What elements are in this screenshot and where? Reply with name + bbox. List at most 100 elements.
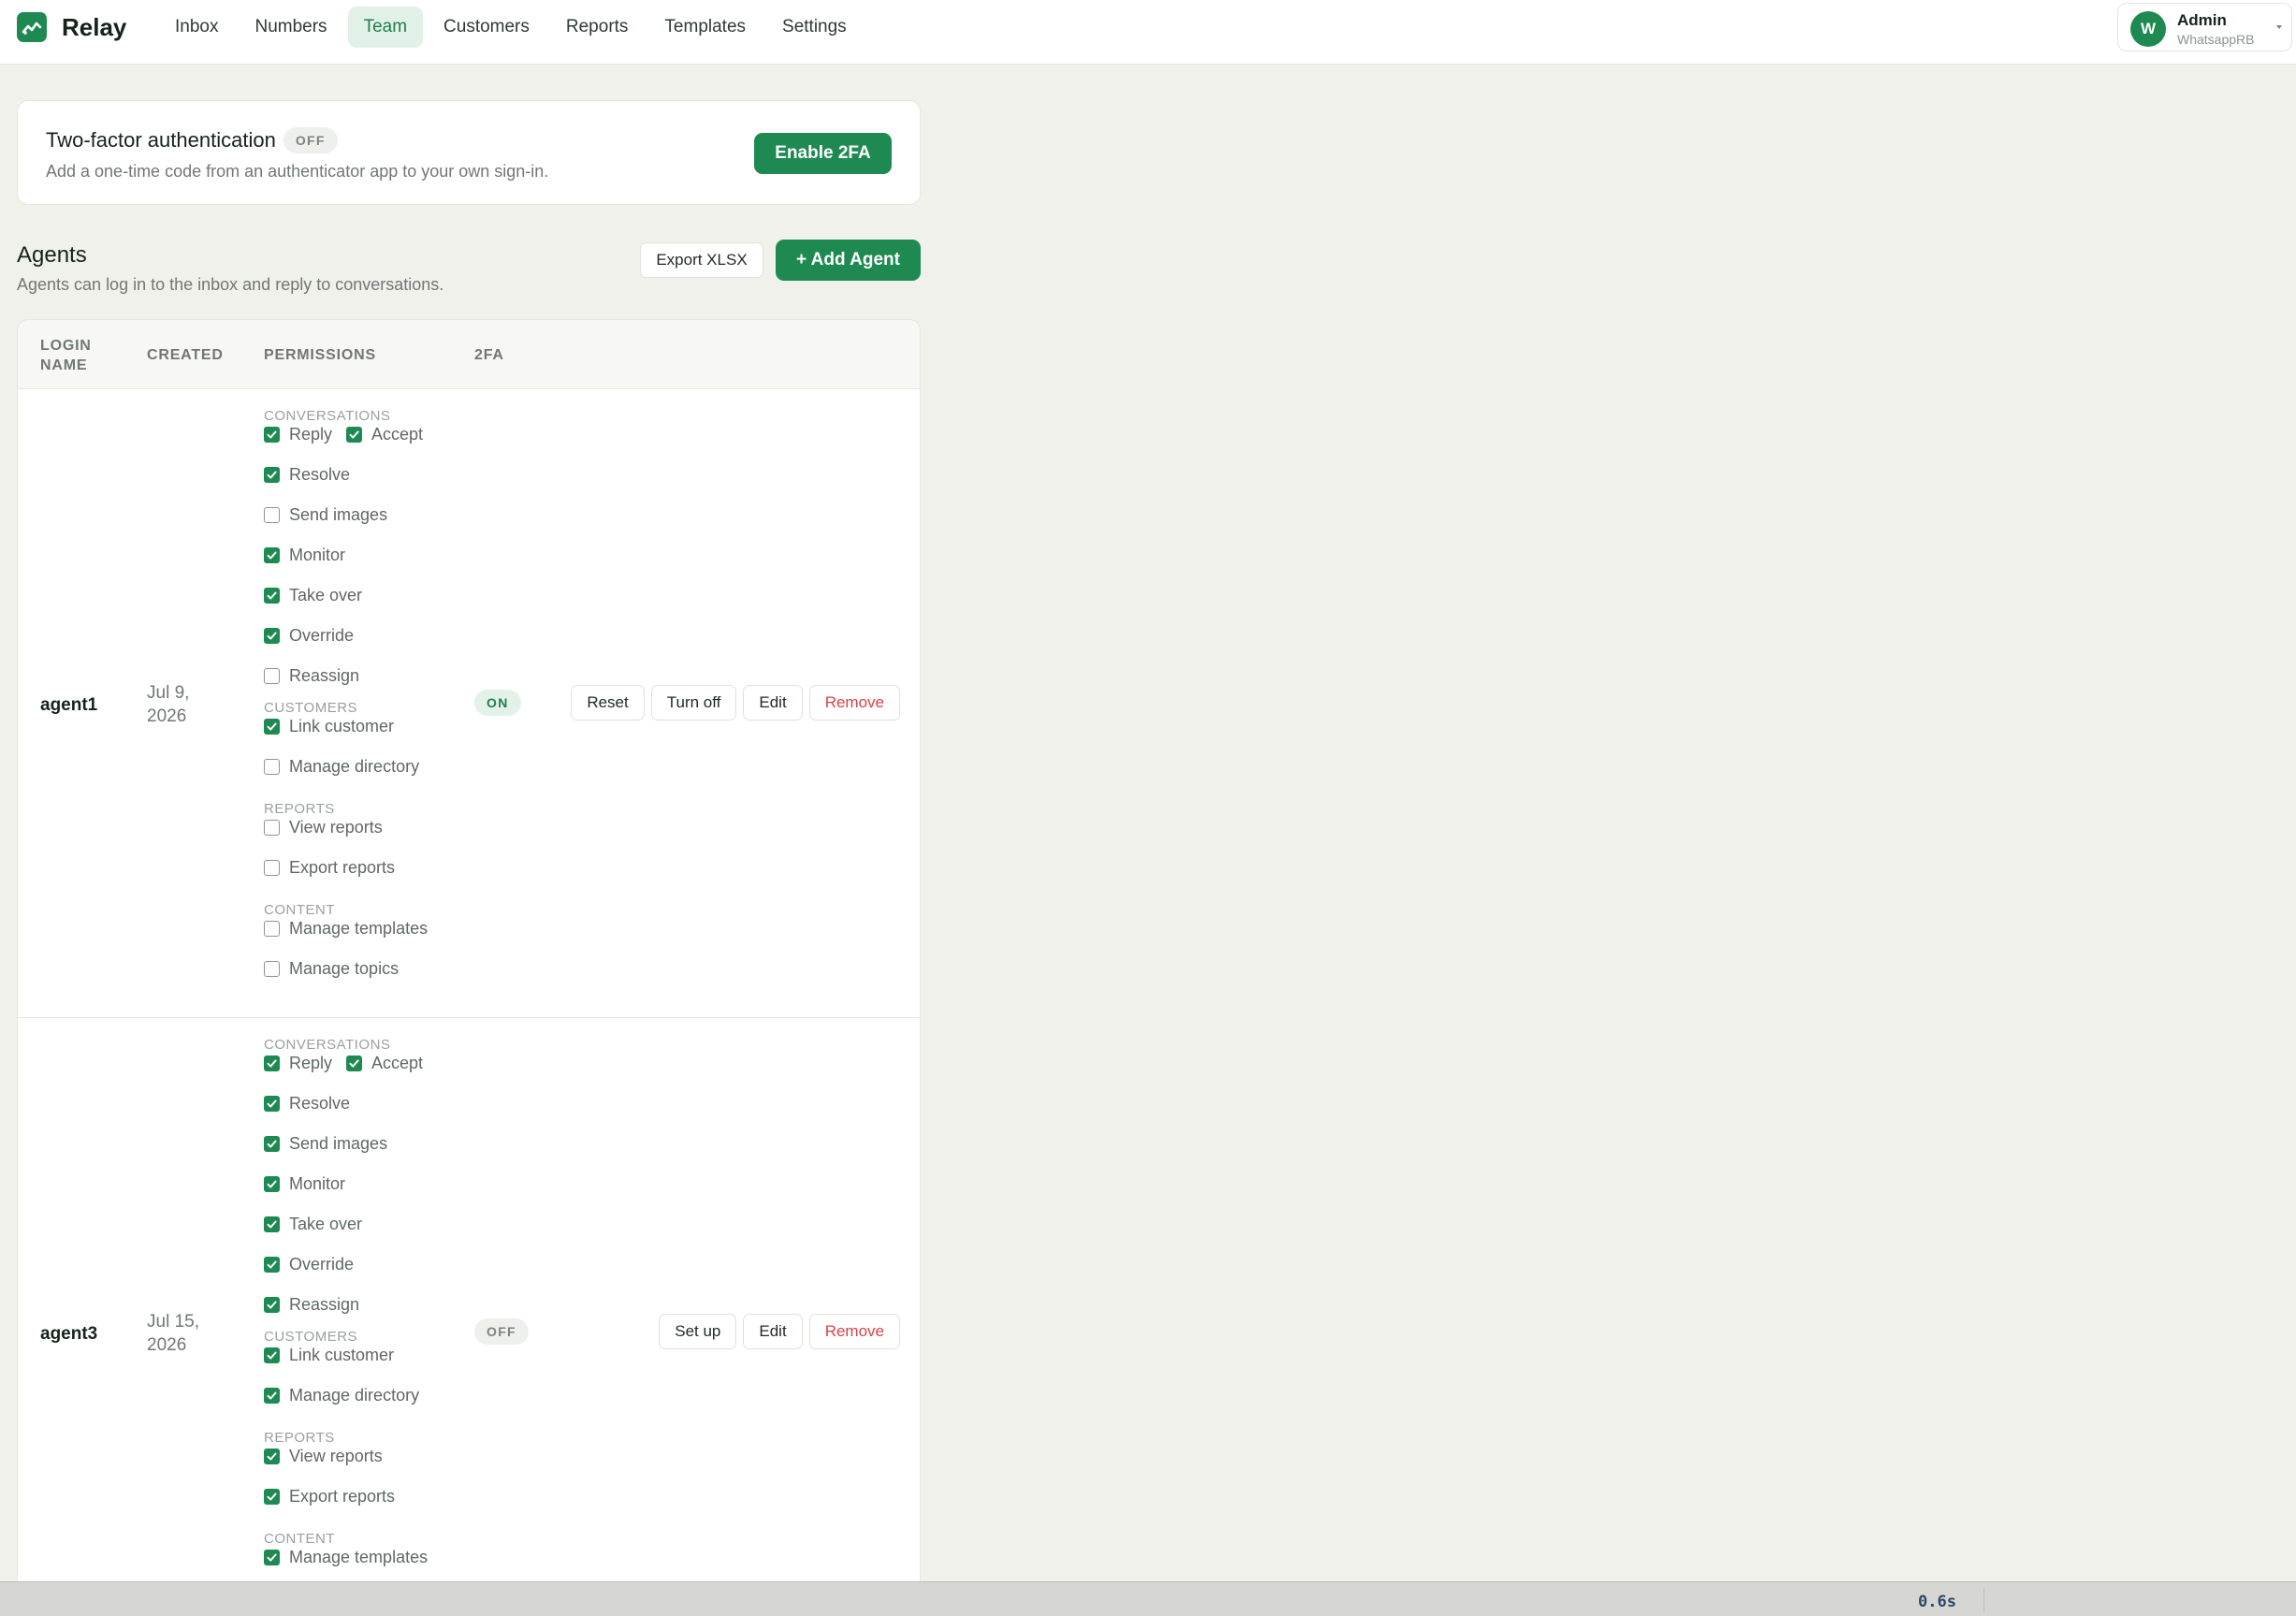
checkbox[interactable] [264,718,280,735]
perm-group-reports: REPORTS [264,801,335,817]
perm-link-customer[interactable]: Link customer [264,716,394,736]
checkbox[interactable] [346,426,362,443]
perm-send-images[interactable]: Send images [264,504,387,525]
nav-settings[interactable]: Settings [766,7,863,48]
perm-export-reports[interactable]: Export reports [264,857,395,878]
checkbox[interactable] [264,1296,280,1313]
checkbox[interactable] [264,1448,280,1464]
column-permissions: PERMISSIONS [264,347,376,363]
checkbox[interactable] [264,1488,280,1505]
checkbox[interactable] [264,819,280,836]
column-2fa: 2FA [474,347,504,363]
checkbox[interactable] [264,426,280,443]
perm-send-images[interactable]: Send images [264,1133,387,1154]
checkbox[interactable] [264,667,280,684]
agent-login: agent1 [40,695,98,715]
checkbox[interactable] [264,1347,280,1363]
perm-override[interactable]: Override [264,1254,354,1274]
checkbox[interactable] [264,546,280,563]
perm-reassign[interactable]: Reassign [264,1294,359,1315]
perm-monitor[interactable]: Monitor [264,1173,345,1194]
account-menu[interactable]: W Admin WhatsappRB [2117,3,2292,51]
checkbox[interactable] [264,466,280,483]
checkbox[interactable] [346,1055,362,1071]
perm-group-customers: CUSTOMERS [264,700,358,716]
account-name: Admin [2177,11,2227,29]
column-created: CREATED [147,347,224,363]
nav-inbox[interactable]: Inbox [159,7,234,48]
perm-override[interactable]: Override [264,625,354,646]
perm-monitor[interactable]: Monitor [264,545,345,565]
nav-customers[interactable]: Customers [428,7,545,48]
perm-label: Export reports [289,1486,396,1506]
perm-label: Link customer [289,716,395,735]
remove-agent-button[interactable]: Remove [808,685,900,721]
row-actions: Set up Edit Remove [652,1314,900,1349]
checkbox[interactable] [264,920,280,937]
two-factor-status-badge: ON [474,690,521,716]
perm-label: Manage templates [289,918,429,938]
perm-export-reports[interactable]: Export reports [264,1486,395,1507]
perm-manage-templates[interactable]: Manage templates [264,1547,428,1567]
perm-view-reports[interactable]: View reports [264,1446,383,1466]
perm-reply[interactable]: Reply [264,1053,332,1073]
checkbox[interactable] [264,1175,280,1192]
checkbox[interactable] [264,1549,280,1565]
perm-label: Take over [289,1214,363,1233]
set-up-2fa-button[interactable]: Set up [659,1314,737,1349]
checkbox[interactable] [264,859,280,876]
perm-manage-topics[interactable]: Manage topics [264,958,399,979]
agent-created: Jul 15, 2026 [147,1312,199,1355]
nav-team[interactable]: Team [347,7,424,48]
checkbox[interactable] [264,1387,280,1404]
edit-agent-button[interactable]: Edit [743,685,803,721]
load-time-text: 0.6s [1918,1593,1956,1611]
checkbox[interactable] [264,1095,280,1112]
perm-link-customer[interactable]: Link customer [264,1345,394,1365]
perm-reassign[interactable]: Reassign [264,665,359,686]
checkbox[interactable] [264,758,280,775]
add-agent-button[interactable]: + Add Agent [776,240,921,281]
perm-manage-directory[interactable]: Manage directory [264,1385,419,1405]
perm-label: Link customer [289,1345,395,1364]
agents-title: Agents [17,242,87,268]
checkbox[interactable] [264,627,280,644]
nav-numbers[interactable]: Numbers [239,7,342,48]
top-navigation-bar: Relay Inbox Numbers Team Customers Repor… [0,0,2296,65]
perm-reply[interactable]: Reply [264,424,332,444]
perm-label: Reassign [289,1294,360,1314]
checkbox[interactable] [264,506,280,523]
perm-take-over[interactable]: Take over [264,1214,362,1234]
export-xlsx-button[interactable]: Export XLSX [640,242,763,278]
perm-label: Manage directory [289,1385,420,1405]
nav-reports[interactable]: Reports [550,7,645,48]
brand[interactable]: Relay [17,11,126,43]
checkbox[interactable] [264,960,280,977]
perm-take-over[interactable]: Take over [264,585,362,605]
perm-accept[interactable]: Accept [346,424,423,444]
checkbox[interactable] [264,587,280,604]
perm-resolve[interactable]: Resolve [264,1093,350,1114]
perm-manage-templates[interactable]: Manage templates [264,918,428,939]
checkbox[interactable] [264,1256,280,1273]
remove-agent-button[interactable]: Remove [808,1314,900,1349]
two-factor-status-badge: OFF [283,127,338,153]
perm-accept[interactable]: Accept [346,1053,423,1073]
perm-group-customers: CUSTOMERS [264,1329,358,1345]
checkbox[interactable] [264,1216,280,1232]
status-bar: 0.6s [0,1581,2296,1616]
perm-label: Manage directory [289,756,420,776]
enable-2fa-button[interactable]: Enable 2FA [754,133,892,174]
row-actions: Reset Turn off Edit Remove [564,685,900,721]
perm-manage-directory[interactable]: Manage directory [264,756,419,777]
edit-agent-button[interactable]: Edit [743,1314,803,1349]
checkbox[interactable] [264,1055,280,1071]
reset-2fa-button[interactable]: Reset [571,685,645,721]
turn-off-2fa-button[interactable]: Turn off [650,685,737,721]
perm-label: Reply [289,424,333,444]
perm-view-reports[interactable]: View reports [264,817,383,837]
perm-resolve[interactable]: Resolve [264,464,350,485]
nav-templates[interactable]: Templates [648,7,762,48]
relay-logo-icon [17,12,47,42]
checkbox[interactable] [264,1135,280,1152]
